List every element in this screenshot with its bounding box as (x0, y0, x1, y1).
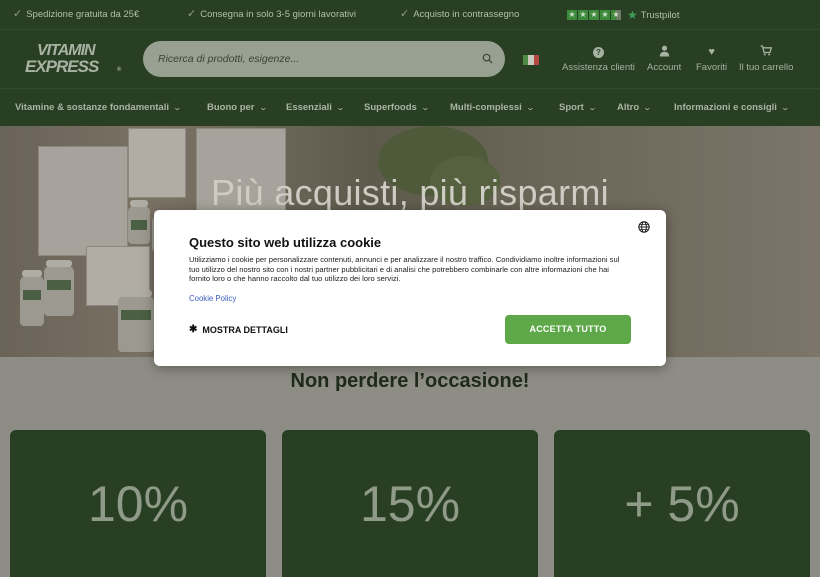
cookie-body: Utilizziamo i cookie per personalizzare … (189, 255, 620, 284)
promo-percent: 10% (87, 476, 189, 532)
usp-text: Spedizione gratuita da 25€ (26, 9, 140, 20)
nav-label: Essenziali (286, 102, 332, 113)
usp-cash-on-delivery: ✓ Acquisto in contrassegno (400, 8, 520, 21)
show-details-button[interactable]: ✱ MOSTRA DETTAGLI (189, 324, 288, 335)
cookie-consent-dialog: Questo sito web utilizza cookie Utilizzi… (154, 210, 666, 366)
nav-item-vitamins[interactable]: Vitamine & sostanze fondamentali ⌄ (15, 102, 183, 113)
favorites-label: Favoriti (696, 62, 728, 73)
star-icon: ★ (567, 10, 577, 20)
nav-label: Superfoods (364, 102, 417, 113)
half-star-icon: ★ (611, 10, 621, 20)
logo-registered: ® (117, 67, 122, 73)
nav-label: Informazioni e consigli (674, 102, 777, 113)
promo-card-plus5[interactable]: + 5% (554, 430, 810, 577)
chevron-down-icon: ⌄ (335, 103, 345, 112)
nav-item-multi-complex[interactable]: Multi-complessi ⌄ (450, 102, 535, 113)
search-bar[interactable]: Ricerca di prodotti, esigenze... (143, 41, 505, 77)
bottle-image (118, 290, 154, 352)
nav-item-superfoods[interactable]: Superfoods ⌄ (364, 102, 430, 113)
vitamin-express-logo[interactable]: VITAMIN EXPRESS ® (25, 42, 125, 78)
check-icon: ✓ (187, 8, 197, 20)
cookie-policy-link[interactable]: Cookie Policy (189, 294, 236, 303)
nav-label: Altro (617, 102, 640, 113)
heart-icon: ♥ (708, 46, 715, 58)
main-navigation: Vitamine & sostanze fondamentali ⌄ Buono … (0, 88, 820, 126)
promo-card-10[interactable]: 10% (10, 430, 266, 577)
search-input[interactable]: Ricerca di prodotti, esigenze... (158, 53, 299, 65)
cart-label: Il tuo carrello (739, 62, 794, 73)
chevron-down-icon: ⌄ (780, 103, 790, 112)
favorites-button[interactable]: ♥ Favoriti (696, 45, 727, 73)
trustpilot-label: Trustpilot (640, 9, 680, 21)
chevron-down-icon: ⌄ (258, 103, 268, 112)
chevron-down-icon: ⌄ (587, 103, 597, 112)
logo-line2: EXPRESS (25, 57, 99, 76)
hero-title: Più acquisti, più risparmi (211, 172, 609, 213)
account-label: Account (647, 62, 682, 73)
accept-all-button[interactable]: ACCETTA TUTTO (505, 315, 631, 344)
check-icon: ✓ (13, 8, 23, 20)
trustpilot-logo-icon: ★ (627, 8, 638, 22)
chevron-down-icon: ⌄ (172, 103, 183, 112)
help-icon: ? (592, 47, 604, 58)
usp-text: Consegna in solo 3-5 giorni lavorativi (200, 9, 356, 20)
nav-label: Sport (559, 102, 584, 113)
gear-icon: ✱ (189, 324, 198, 335)
search-icon[interactable] (482, 53, 493, 64)
nav-label: Buono per (207, 102, 255, 113)
cart-icon (760, 45, 773, 59)
nav-item-sport[interactable]: Sport ⌄ (559, 102, 597, 113)
italy-flag-icon[interactable] (523, 55, 539, 65)
promo-percent: + 5% (624, 476, 740, 532)
bottle-image (20, 270, 44, 326)
cart-button[interactable]: Il tuo carrello (739, 45, 793, 73)
language-globe-icon[interactable] (638, 221, 650, 233)
nav-item-info[interactable]: Informazioni e consigli ⌄ (674, 102, 790, 113)
usp-text: Acquisto in contrassegno (413, 9, 520, 20)
site-header: VITAMIN EXPRESS ® Ricerca di prodotti, e… (0, 29, 820, 88)
section-title: Non perdere l’occasione! (290, 370, 530, 392)
chevron-down-icon: ⌄ (642, 103, 653, 112)
nav-item-essentials[interactable]: Essenziali ⌄ (286, 102, 345, 113)
star-icon: ★ (600, 10, 610, 20)
show-details-label: MOSTRA DETTAGLI (202, 324, 288, 335)
usp-free-shipping: ✓ Spedizione gratuita da 25€ (13, 8, 140, 21)
cookie-title: Questo sito web utilizza cookie (189, 235, 382, 250)
star-icon: ★ (589, 10, 599, 20)
chevron-down-icon: ⌄ (525, 103, 535, 112)
nav-label: Multi-complessi (450, 102, 522, 113)
help-button[interactable]: ? Assistenza clienti (562, 45, 635, 73)
star-icon: ★ (578, 10, 588, 20)
promo-percent: 15% (359, 476, 461, 532)
promo-card-15[interactable]: 15% (282, 430, 538, 577)
check-icon: ✓ (400, 8, 410, 20)
top-usp-bar: ✓ Spedizione gratuita da 25€ ✓ Consegna … (0, 0, 820, 29)
help-label: Assistenza clienti (562, 62, 635, 73)
nav-label: Vitamine & sostanze fondamentali (15, 102, 169, 113)
nav-item-other[interactable]: Altro ⌄ (617, 102, 653, 113)
usp-delivery: ✓ Consegna in solo 3-5 giorni lavorativi (187, 8, 356, 21)
trustpilot-rating[interactable]: ★ ★ ★ ★ ★ ★ Trustpilot (567, 9, 679, 21)
nav-item-good-for[interactable]: Buono per ⌄ (207, 102, 268, 113)
chevron-down-icon: ⌄ (420, 103, 430, 112)
user-icon (659, 45, 670, 59)
bottle-image (44, 260, 74, 316)
account-button[interactable]: Account (647, 45, 681, 73)
